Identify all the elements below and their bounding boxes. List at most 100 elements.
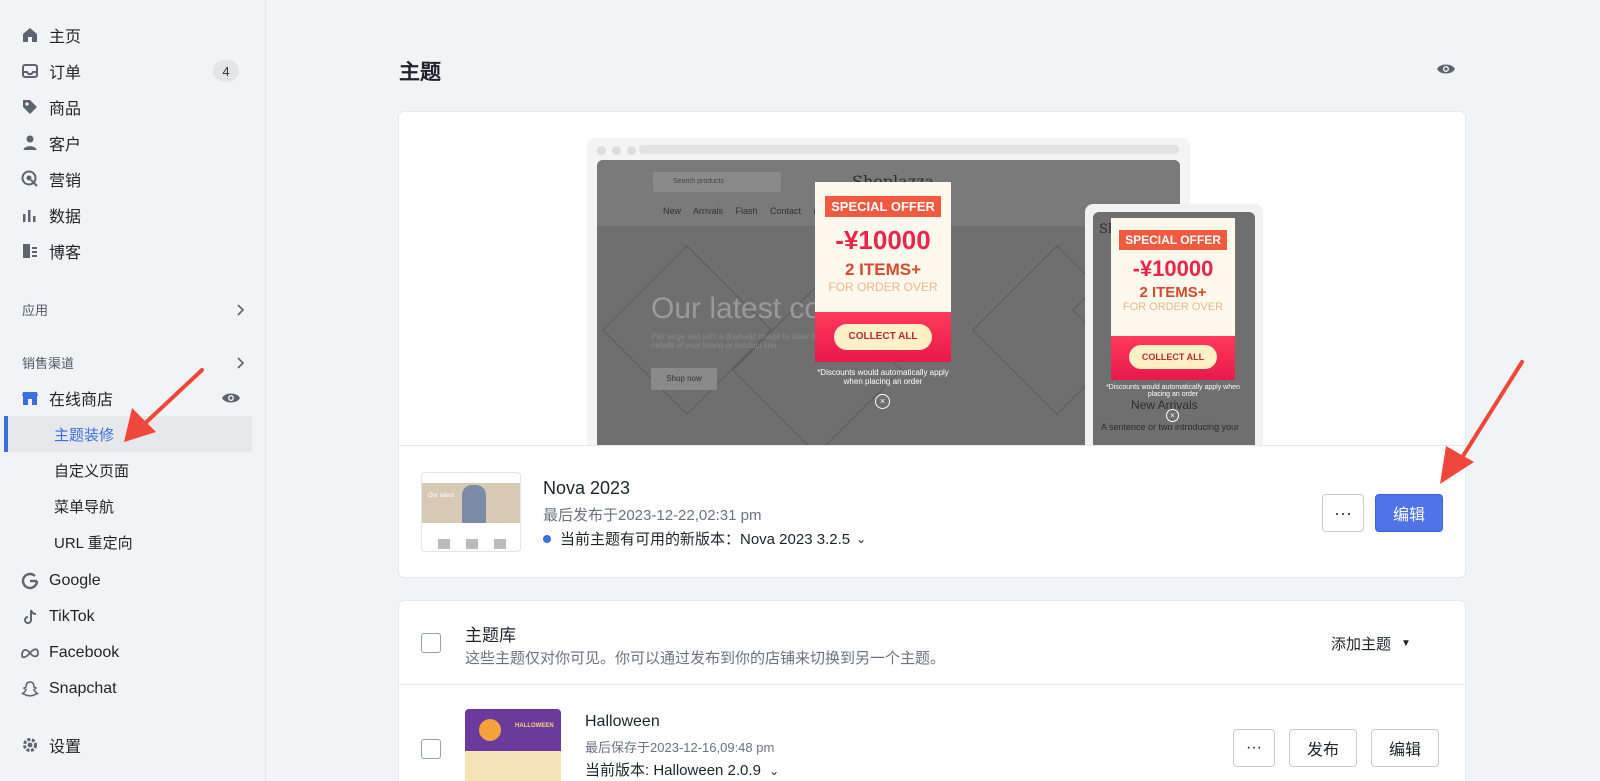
more-actions-button[interactable]: ··· [1322, 494, 1364, 532]
preview-phone-text: A sentence or two introducing your [1101, 422, 1240, 432]
theme-publish-date: 最后发布于2023-12-22,02:31 pm [543, 507, 762, 524]
theme-library-header: 主题库 这些主题仅对你可见。你可以通过发布到你的店铺来切换到另一个主题。 添加主… [399, 601, 1465, 685]
home-icon [20, 25, 40, 45]
person-icon [20, 133, 40, 153]
sidebar-item-facebook[interactable]: Facebook [0, 635, 253, 671]
sidebar-item-label: 博客 [49, 245, 82, 262]
chevron-right-icon [237, 303, 245, 316]
preview-coupon: SPECIAL OFFER -¥10000 2 ITEMS+ FOR ORDER… [815, 182, 951, 362]
theme-library-description: 这些主题仅对你可见。你可以通过发布到你的店铺来切换到另一个主题。 [465, 650, 946, 667]
caret-down-icon: ▼ [1401, 638, 1411, 649]
theme-thumbnail: Our latest [421, 472, 521, 552]
sidebar-item-label: Facebook [49, 644, 120, 661]
sidebar-item-label: Snapchat [49, 680, 117, 697]
sidebar-item-label: 订单 [49, 65, 82, 82]
tag-icon [20, 97, 40, 117]
preview-hero-text: Pair large text with a dramatic image to… [651, 332, 823, 350]
sidebar-item-blog[interactable]: 博客 [0, 233, 253, 269]
status-dot [543, 534, 551, 543]
page-title: 主题 [399, 61, 441, 84]
snapchat-icon [20, 679, 40, 699]
theme-update-notice[interactable]: 当前主题有可用的新版本：Nova 2023 3.2.5 ⌄ [543, 528, 866, 549]
theme-row-checkbox[interactable] [421, 739, 441, 759]
edit-theme-button[interactable]: 编辑 [1375, 494, 1443, 532]
current-theme-row: Our latest Nova 2023 最后发布于2023-12-22,02:… [399, 446, 1465, 577]
sidebar-subitem-menu-navigation[interactable]: 菜单导航 [4, 488, 252, 524]
inbox-icon [20, 61, 40, 81]
apps-label: 应用 [22, 303, 49, 318]
theme-update-text: 当前主题有可用的新版本：Nova 2023 3.2.5 [560, 531, 851, 548]
mobile-preview: Sh SPECIAL OFFER -¥10000 2 ITEMS+ FOR OR… [1085, 204, 1263, 445]
chevron-down-icon: ⌄ [856, 531, 867, 546]
bar-chart-icon [20, 205, 40, 225]
close-icon: × [875, 394, 890, 409]
sidebar-item-customers[interactable]: 客户 [0, 125, 253, 161]
sidebar-item-online-store[interactable]: 在线商店 [0, 380, 253, 416]
sidebar-section-channels[interactable]: 销售渠道 [22, 353, 247, 372]
channels-label: 销售渠道 [22, 356, 75, 371]
sidebar-item-marketing[interactable]: 营销 [0, 161, 253, 197]
sidebar-item-label: 设置 [49, 739, 82, 756]
theme-thumbnail: HALLOWEEN [465, 709, 561, 781]
add-theme-dropdown[interactable]: 添加主题 ▼ [1331, 633, 1411, 654]
sidebar-item-orders[interactable]: 订单 4 [0, 53, 253, 89]
sidebar-item-home[interactable]: 主页 [0, 17, 253, 53]
sidebar-subitem-url-redirect[interactable]: URL 重定向 [4, 524, 252, 560]
chevron-right-icon [237, 356, 245, 369]
meta-icon [20, 643, 40, 663]
thumb-caption: Our latest [428, 493, 455, 499]
theme-version-text: 当前版本: Halloween 2.0.9 [585, 762, 761, 779]
sidebar-item-label: 客户 [49, 137, 82, 154]
sidebar-subitem-custom-pages[interactable]: 自定义页面 [4, 452, 252, 488]
target-icon [20, 169, 40, 189]
sidebar-subitem-label: 主题装修 [54, 426, 115, 444]
sidebar-item-label: 主页 [49, 29, 82, 46]
sidebar-item-label: 在线商店 [49, 392, 114, 409]
more-actions-button[interactable]: ··· [1233, 729, 1275, 767]
theme-save-date: 最后保存于2023-12-16,09:48 pm [585, 740, 775, 755]
store-icon [20, 388, 40, 408]
sidebar-item-label: 商品 [49, 101, 82, 118]
sidebar-item-google[interactable]: Google [0, 563, 253, 599]
sidebar-item-label: 营销 [49, 173, 82, 190]
chevron-down-icon: ⌄ [769, 764, 780, 778]
tiktok-icon [20, 607, 40, 627]
preview-phone-heading: New Arrivals [1131, 398, 1198, 412]
preview-search: Search products [653, 172, 781, 192]
eye-icon[interactable] [221, 389, 241, 407]
theme-name: Nova 2023 [543, 478, 631, 498]
edit-button[interactable]: 编辑 [1371, 729, 1439, 767]
sidebar-item-settings[interactable]: 设置 [0, 727, 253, 763]
sidebar-subitem-label: 自定义页面 [54, 462, 130, 480]
thumb-text: HALLOWEEN [515, 723, 554, 729]
close-icon: × [1166, 409, 1179, 422]
sidebar-item-label: TikTok [49, 608, 95, 625]
theme-version[interactable]: 当前版本: Halloween 2.0.9 ⌄ [585, 759, 779, 780]
gear-icon [20, 735, 40, 755]
sidebar-subitem-theme-decoration[interactable]: 主题装修 [4, 416, 252, 452]
sidebar-section-apps[interactable]: 应用 [22, 300, 247, 319]
eye-icon[interactable] [1436, 60, 1456, 78]
theme-library-card: 主题库 这些主题仅对你可见。你可以通过发布到你的店铺来切换到另一个主题。 添加主… [398, 600, 1466, 781]
preview-shop-button: Shop now [651, 368, 717, 390]
current-theme-card: Search products Shoplazza New Arrivals F… [398, 111, 1466, 578]
sidebar-item-label: Google [49, 572, 101, 589]
sidebar-item-snapchat[interactable]: Snapchat [0, 671, 253, 707]
publish-button[interactable]: 发布 [1289, 729, 1357, 767]
sidebar-item-tiktok[interactable]: TikTok [0, 599, 253, 635]
blog-icon [20, 241, 40, 261]
sidebar-item-analytics[interactable]: 数据 [0, 197, 253, 233]
theme-name: Halloween [585, 713, 660, 730]
add-theme-label: 添加主题 [1331, 636, 1392, 653]
sidebar: 主页 订单 4 商品 客户 营销 数据 博客 应用 销售渠道 在线商店 主题装修… [0, 0, 266, 781]
google-icon [20, 571, 40, 591]
sidebar-subitem-label: URL 重定向 [54, 534, 133, 552]
theme-library-title: 主题库 [465, 626, 516, 645]
sidebar-item-products[interactable]: 商品 [0, 89, 253, 125]
preview-hero-title: Our latest co [651, 292, 822, 325]
select-all-checkbox[interactable] [421, 633, 441, 653]
preview-nav: New Arrivals Flash Contact us [663, 206, 824, 216]
orders-count-badge: 4 [213, 60, 239, 82]
sidebar-subitem-label: 菜单导航 [54, 498, 115, 516]
preview-coupon-mobile: SPECIAL OFFER -¥10000 2 ITEMS+ FOR ORDER… [1111, 218, 1235, 380]
